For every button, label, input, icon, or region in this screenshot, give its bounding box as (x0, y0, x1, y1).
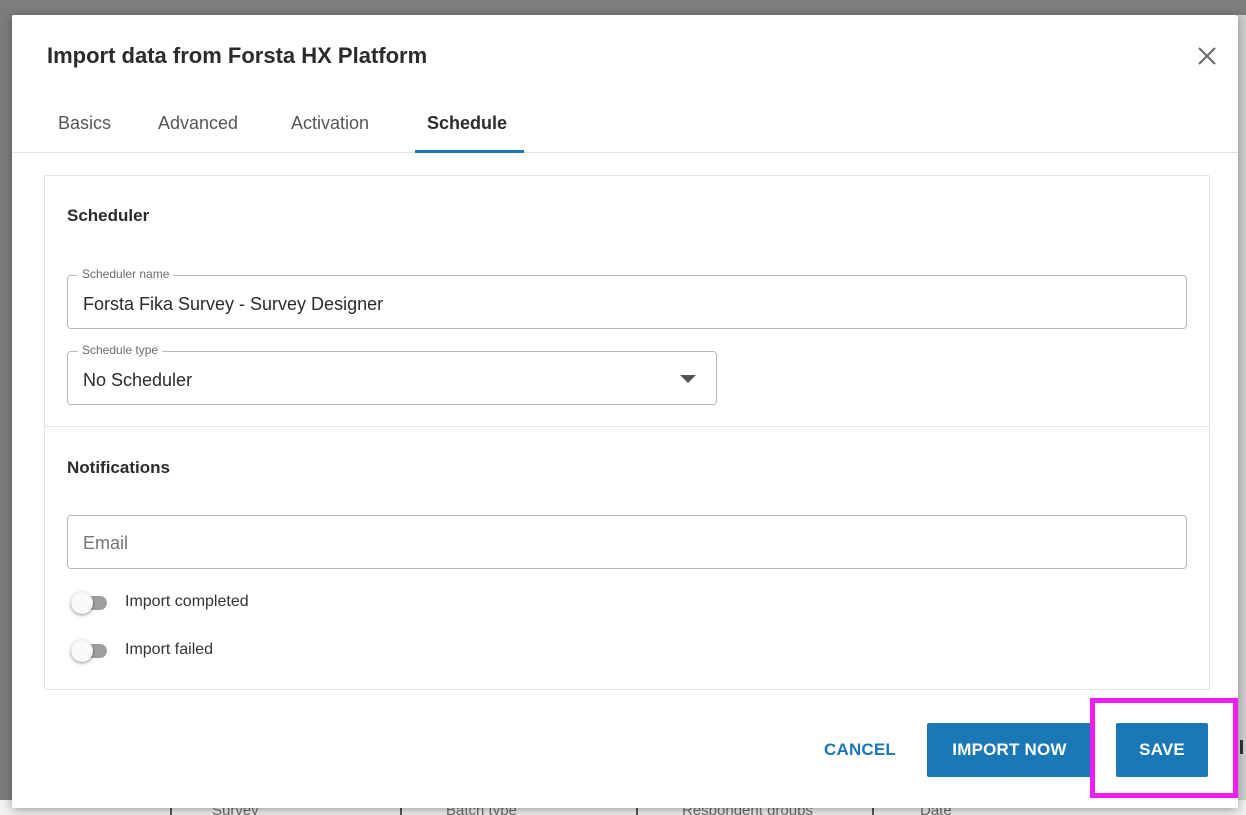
tab-activation[interactable]: Activation (291, 113, 369, 153)
close-icon (1198, 47, 1216, 65)
scheduler-name-label: Scheduler name (78, 267, 174, 281)
schedule-type-value: No Scheduler (83, 370, 193, 390)
import-completed-toggle[interactable] (71, 592, 107, 614)
schedule-panel: Scheduler Scheduler name Forsta Fika Sur… (44, 175, 1210, 690)
import-now-button[interactable]: IMPORT NOW (927, 723, 1092, 777)
email-placeholder: Email (83, 533, 129, 553)
import-failed-toggle[interactable] (71, 640, 107, 662)
toggle-knob[interactable] (71, 592, 93, 614)
background-edge (1238, 15, 1246, 800)
tab-advanced[interactable]: Advanced (158, 113, 238, 153)
background-marker (1240, 740, 1243, 754)
schedule-type-select[interactable]: Schedule type No Scheduler (67, 343, 717, 405)
active-tab-indicator (415, 150, 524, 153)
tab-schedule[interactable]: Schedule (427, 113, 507, 153)
close-button[interactable] (1192, 41, 1222, 71)
tab-bar: Basics Advanced Activation Schedule (12, 105, 1238, 153)
scheduler-section-title: Scheduler (67, 206, 150, 225)
scheduler-name-value: Forsta Fika Survey - Survey Designer (83, 294, 384, 314)
email-field[interactable]: Email (67, 515, 1187, 569)
import-completed-label: Import completed (125, 593, 249, 610)
schedule-type-label: Schedule type (78, 343, 163, 357)
notifications-section-title: Notifications (67, 458, 170, 477)
section-divider (45, 426, 1209, 427)
tab-basics[interactable]: Basics (58, 113, 111, 153)
save-highlight-annotation (1090, 698, 1238, 798)
toggle-knob[interactable] (71, 640, 93, 662)
scheduler-name-field[interactable]: Scheduler name Forsta Fika Survey - Surv… (67, 267, 1187, 329)
import-dialog: Import data from Forsta HX Platform Basi… (12, 15, 1238, 808)
chevron-down-icon (680, 375, 696, 383)
cancel-button[interactable]: CANCEL (807, 723, 913, 777)
import-failed-label: Import failed (125, 641, 214, 658)
dialog-title: Import data from Forsta HX Platform (47, 43, 428, 68)
